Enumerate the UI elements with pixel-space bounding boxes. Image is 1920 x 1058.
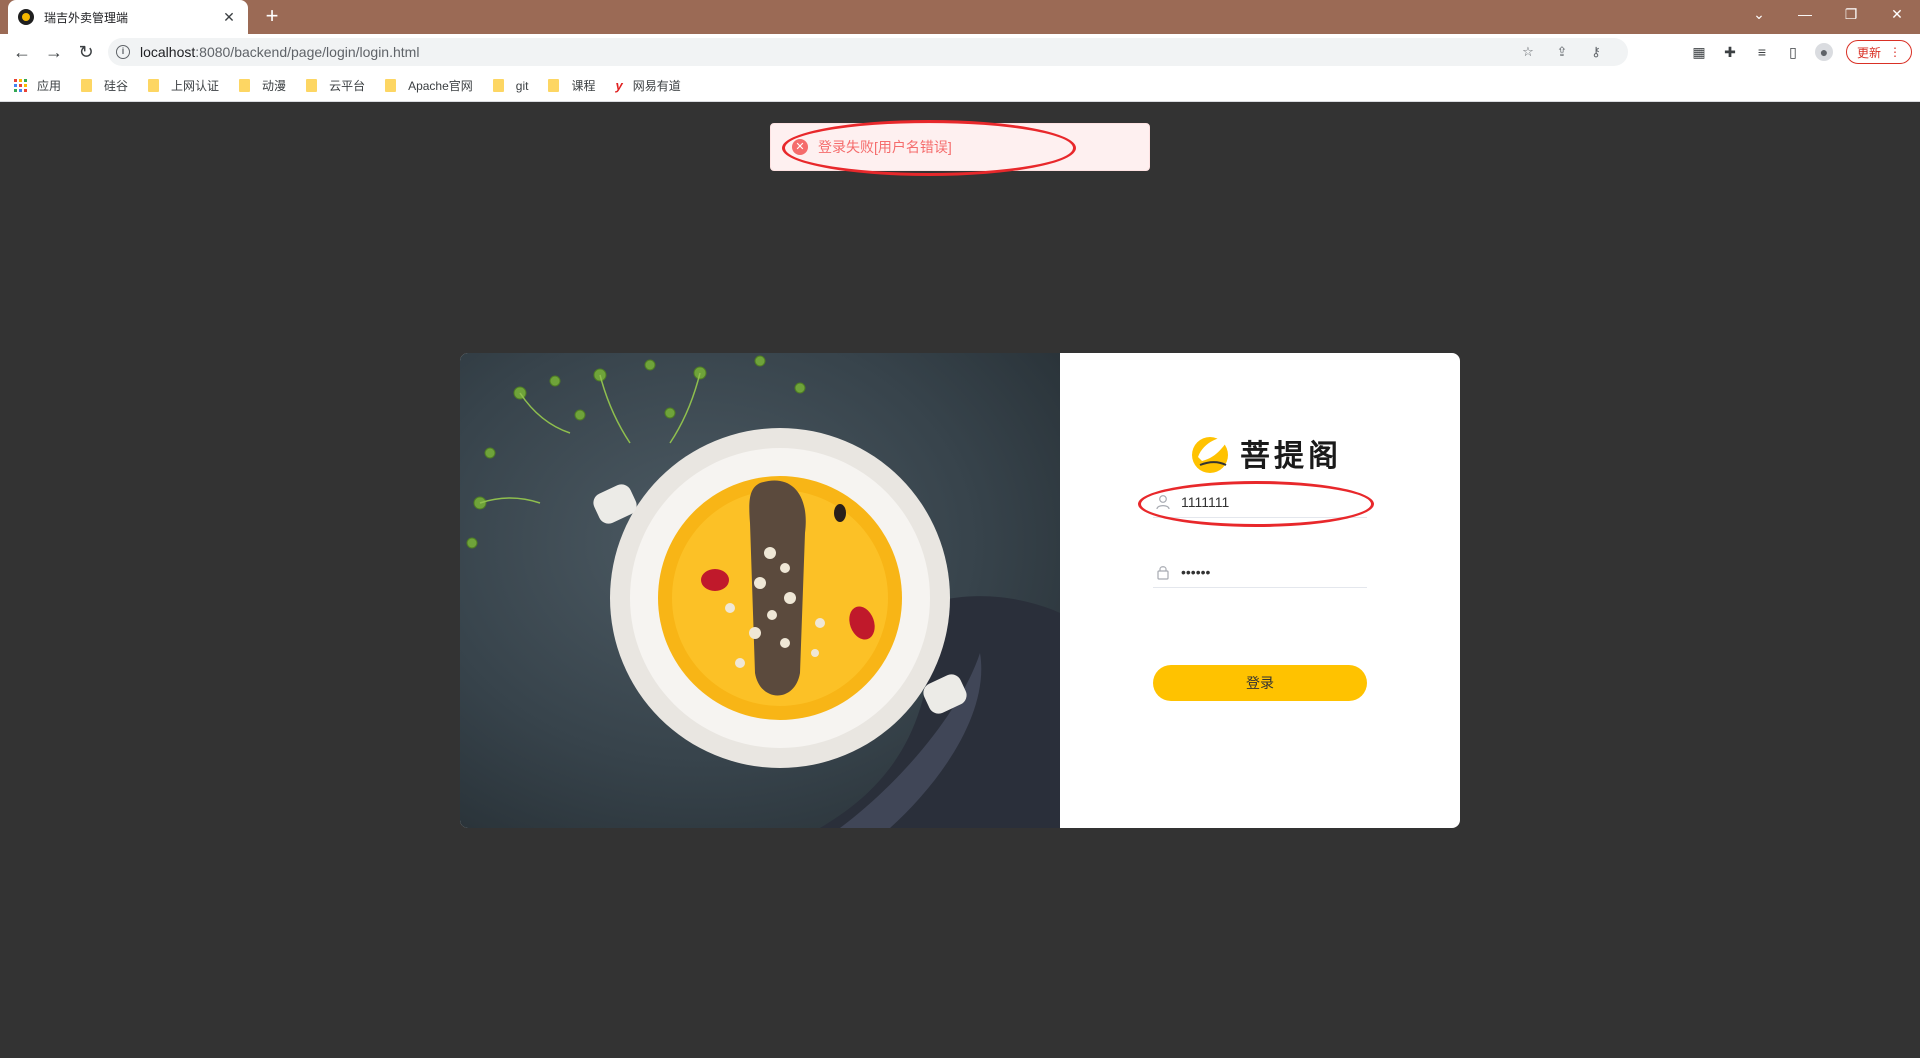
browser-toolbar: ← → ↻ i localhost:8080/backend/page/logi… <box>0 34 1920 70</box>
error-circle-icon: ✕ <box>792 139 808 155</box>
login-button[interactable]: 登录 <box>1153 665 1367 701</box>
more-menu-icon: ⋮ <box>1889 45 1901 59</box>
close-window-icon[interactable]: ✕ <box>1874 0 1920 28</box>
bookmark-label: 课程 <box>571 79 596 93</box>
apps-grid-icon <box>14 79 27 92</box>
bookmark-folder[interactable]: 硅谷 <box>81 77 128 94</box>
food-illustration <box>466 355 1060 828</box>
folder-icon <box>148 79 160 92</box>
browser-tab-strip: 瑞吉外卖管理端 ✕ + ⌄ — ❐ ✕ <box>0 0 1920 34</box>
brand-logo: 菩提阁 <box>1190 431 1342 475</box>
bookmark-label: Apache官网 <box>408 79 473 93</box>
tab-close-icon[interactable]: ✕ <box>220 9 238 26</box>
update-label: 更新 <box>1856 45 1881 60</box>
site-favicon-icon <box>18 9 34 25</box>
bookmark-label: 动漫 <box>262 79 287 93</box>
browser-tab-active[interactable]: 瑞吉外卖管理端 ✕ <box>8 0 248 34</box>
bookmark-label: 云平台 <box>329 79 366 93</box>
error-message-toast: ✕ 登录失败[用户名错误] <box>770 123 1150 171</box>
address-bar[interactable]: i localhost:8080/backend/page/login/logi… <box>108 38 1628 66</box>
new-tab-button[interactable]: + <box>260 5 284 29</box>
bookmark-folder[interactable]: 云平台 <box>306 77 365 94</box>
brand-leaf-logo-icon <box>1192 435 1232 473</box>
restore-window-icon[interactable]: ❐ <box>1828 0 1874 28</box>
user-icon <box>1156 494 1170 509</box>
page-content: ✕ 登录失败[用户名错误] 菩提阁 1111111 登录 <box>0 103 1920 1058</box>
folder-icon <box>385 79 397 92</box>
bookmarks-bar: 应用 硅谷 上网认证 动漫 云平台 Apache官网 git 课程 y 网易有道 <box>0 70 1920 102</box>
error-message-text: 登录失败[用户名错误] <box>818 139 952 155</box>
tab-search-icon[interactable]: ⌄ <box>1736 0 1782 28</box>
tab-title: 瑞吉外卖管理端 <box>44 10 129 25</box>
folder-icon <box>239 79 251 92</box>
bookmark-folder[interactable]: 上网认证 <box>148 77 219 94</box>
url-path: :8080/backend/page/login/login.html <box>195 44 420 60</box>
password-field[interactable] <box>1153 556 1367 588</box>
media-queue-icon[interactable]: ≡ <box>1753 43 1771 61</box>
username-field[interactable] <box>1153 486 1367 518</box>
profile-avatar-icon[interactable]: ● <box>1815 43 1833 61</box>
url-host: localhost <box>140 44 196 60</box>
food-photo <box>460 353 1060 828</box>
bookmark-folder[interactable]: Apache官网 <box>385 77 473 94</box>
share-icon[interactable]: ⇪ <box>1554 44 1570 60</box>
site-info-icon[interactable]: i <box>116 45 130 59</box>
side-panel-icon[interactable]: ▯ <box>1784 43 1802 61</box>
folder-icon <box>306 79 318 92</box>
back-arrow-icon[interactable]: ← <box>10 40 34 64</box>
lock-icon <box>1157 565 1169 580</box>
bookmark-label: 应用 <box>37 79 62 93</box>
folder-icon <box>492 79 504 92</box>
extension-app-icon[interactable]: ▦ <box>1690 43 1708 61</box>
bookmark-label: 硅谷 <box>104 79 129 93</box>
reload-icon[interactable]: ↻ <box>74 40 98 64</box>
username-input[interactable] <box>1181 493 1351 510</box>
bookmark-apps[interactable]: 应用 <box>14 77 61 94</box>
bookmark-folder[interactable]: 动漫 <box>239 77 286 94</box>
login-card: 菩提阁 登录 <box>460 353 1460 828</box>
bookmark-folder[interactable]: git <box>492 78 529 93</box>
password-input[interactable] <box>1181 563 1351 580</box>
folder-icon <box>548 79 560 92</box>
bookmark-folder[interactable]: 课程 <box>548 77 595 94</box>
update-button[interactable]: 更新 ⋮ <box>1846 40 1912 64</box>
bookmark-label: 网易有道 <box>632 79 681 93</box>
brand-name: 菩提阁 <box>1240 439 1342 474</box>
bookmark-youdao[interactable]: y 网易有道 <box>615 77 680 94</box>
forward-arrow-icon[interactable]: → <box>42 40 66 64</box>
extensions-puzzle-icon[interactable]: ✚ <box>1721 43 1739 61</box>
bookmark-label: 上网认证 <box>171 79 220 93</box>
bookmark-star-icon[interactable]: ☆ <box>1520 44 1536 60</box>
folder-icon <box>81 79 93 92</box>
youdao-logo-icon: y <box>615 78 623 93</box>
minimize-window-icon[interactable]: — <box>1782 0 1828 28</box>
bookmark-label: git <box>515 78 529 93</box>
login-form: 菩提阁 登录 <box>1060 353 1460 828</box>
key-icon[interactable]: ⚷ <box>1588 44 1604 60</box>
